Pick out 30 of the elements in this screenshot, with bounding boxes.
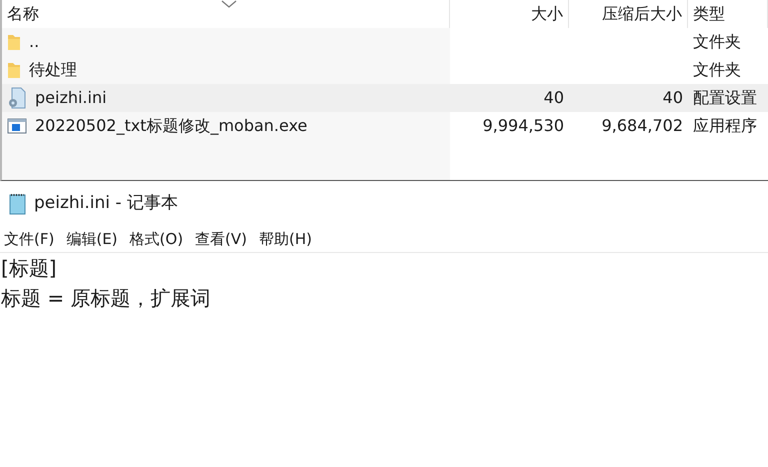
folder-icon [7,33,21,51]
text-line: [标题] [0,255,58,282]
window-title: peizhi.ini - 记事本 [34,192,178,216]
file-type: 应用程序 [693,115,757,137]
sort-icon [221,0,237,8]
text-line: 标题 = 原标题，扩展词 [0,285,212,312]
menu-item[interactable]: 文件(F) [4,228,54,251]
file-type: 文件夹 [693,31,741,53]
packed-size: 40 [662,87,683,109]
file-size: 40 [544,87,564,109]
program-icon [7,117,27,135]
folder-icon [7,61,21,79]
menu-item[interactable]: 帮助(H) [259,228,312,251]
file-row[interactable]: peizhi.ini 40 40 配置设置 [2,84,768,112]
file-type: 文件夹 [693,59,741,81]
file-name: .. [29,31,40,53]
file-row[interactable]: .. 文件夹 [2,28,768,56]
file-row[interactable]: 待处理 文件夹 [2,56,768,84]
file-name: peizhi.ini [35,87,107,109]
settings-file-icon [7,87,27,109]
file-name: 待处理 [29,59,77,81]
notepad-icon [8,193,28,215]
file-type: 配置设置 [693,87,757,109]
menu-item[interactable]: 格式(O) [130,228,184,251]
file-row[interactable]: 20220502_txt标题修改_moban.exe 9,994,530 9,684,702 应用程序 [2,112,768,140]
file-size: 9,994,530 [482,115,564,137]
menu-item[interactable]: 查看(V) [195,228,248,251]
file-name: 20220502_txt标题修改_moban.exe [35,115,308,137]
menu-item[interactable]: 编辑(E) [66,228,118,251]
packed-size: 9,684,702 [602,115,683,137]
